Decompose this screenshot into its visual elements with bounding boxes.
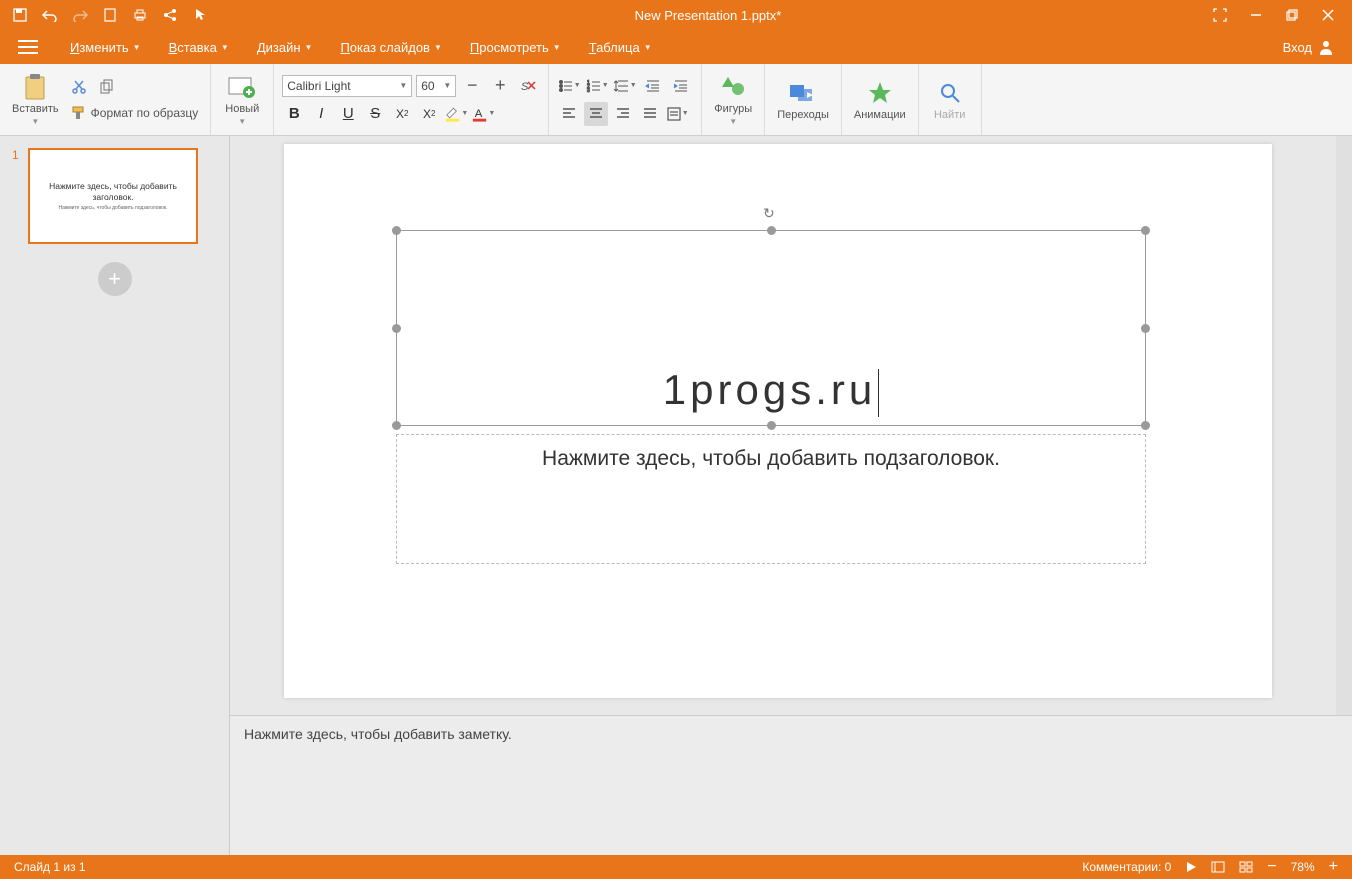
zoom-out-button[interactable]: −	[1267, 858, 1276, 876]
italic-button[interactable]: I	[309, 102, 333, 126]
titlebar: New Presentation 1.pptx*	[0, 0, 1352, 30]
menu-design[interactable]: Дизайн▼	[243, 34, 327, 61]
slide-number: 1	[12, 148, 22, 244]
status-bar: Слайд 1 из 1 Комментарии: 0 − 78% +	[0, 855, 1352, 879]
copy-icon[interactable]	[95, 75, 119, 99]
star-icon	[866, 79, 894, 107]
cursor-icon[interactable]	[192, 7, 208, 23]
resize-handle[interactable]	[1141, 226, 1150, 235]
align-justify-button[interactable]	[638, 102, 662, 126]
rotate-handle-icon[interactable]: ↻	[763, 205, 775, 222]
new-slide-icon	[228, 73, 256, 101]
align-left-button[interactable]	[557, 102, 581, 126]
animations-button[interactable]: Анимации	[850, 77, 910, 123]
resize-handle[interactable]	[767, 421, 776, 430]
minimize-icon[interactable]	[1248, 7, 1264, 23]
print-icon[interactable]	[132, 7, 148, 23]
slide-counter: Слайд 1 из 1	[14, 860, 86, 874]
find-button[interactable]: Найти	[927, 77, 973, 123]
align-center-button[interactable]	[584, 102, 608, 126]
subscript-button[interactable]: X2	[390, 102, 414, 126]
menu-insert[interactable]: Вставка▼	[155, 34, 243, 61]
shapes-icon	[719, 73, 747, 101]
bold-button[interactable]: B	[282, 102, 306, 126]
hamburger-icon[interactable]	[18, 40, 38, 54]
menubar: Изменить▼ Вставка▼ Дизайн▼ Показ слайдов…	[0, 30, 1352, 64]
undo-icon[interactable]	[42, 7, 58, 23]
view-sorter-icon[interactable]	[1239, 861, 1253, 873]
comments-counter[interactable]: Комментарии: 0	[1082, 860, 1171, 874]
menu-edit[interactable]: Изменить▼	[56, 34, 155, 61]
svg-text:3: 3	[587, 88, 590, 94]
share-icon[interactable]	[162, 7, 178, 23]
resize-handle[interactable]	[767, 226, 776, 235]
title-textbox[interactable]: ↻ 1progs.ru	[396, 230, 1146, 426]
clear-format-icon[interactable]: S	[516, 74, 540, 98]
search-icon	[936, 79, 964, 107]
vertical-scrollbar[interactable]	[1336, 136, 1352, 715]
resize-handle[interactable]	[1141, 421, 1150, 430]
number-list-button[interactable]: 123▼	[585, 74, 609, 98]
paste-button[interactable]: Вставить▼	[8, 71, 63, 128]
superscript-button[interactable]: X2	[417, 102, 441, 126]
align-right-button[interactable]	[611, 102, 635, 126]
thumb-subtitle: Нажмите здесь, чтобы добавить подзаголов…	[58, 205, 167, 211]
slide[interactable]: ↻ 1progs.ru Нажмите здесь, чтобы добавит…	[284, 144, 1272, 698]
font-color-button[interactable]: A▼	[471, 102, 495, 126]
resize-handle[interactable]	[392, 421, 401, 430]
menu-view[interactable]: Просмотреть▼	[456, 34, 575, 61]
cut-icon[interactable]	[67, 75, 91, 99]
underline-button[interactable]: U	[336, 102, 360, 126]
strike-button[interactable]: S	[363, 102, 387, 126]
maximize-icon[interactable]	[1284, 7, 1300, 23]
fullscreen-icon[interactable]	[1212, 7, 1228, 23]
clipboard-icon	[21, 73, 49, 101]
outdent-button[interactable]	[641, 74, 665, 98]
line-spacing-button[interactable]: ▼	[613, 74, 637, 98]
toolbar: Вставить▼ Формат по образцу Новый▼ Calib…	[0, 64, 1352, 136]
menu-table[interactable]: Таблица▼	[575, 34, 666, 61]
font-increase-icon[interactable]: +	[488, 74, 512, 98]
font-decrease-icon[interactable]: −	[460, 74, 484, 98]
menu-slideshow[interactable]: Показ слайдов▼	[326, 34, 455, 61]
main-area: 1 Нажмите здесь, чтобы добавить заголово…	[0, 136, 1352, 855]
zoom-level[interactable]: 78%	[1291, 860, 1315, 874]
window-title: New Presentation 1.pptx*	[220, 8, 1196, 23]
save-icon[interactable]	[12, 7, 28, 23]
title-text[interactable]: 1progs.ru	[397, 366, 1145, 417]
slide-canvas[interactable]: ↻ 1progs.ru Нажмите здесь, чтобы добавит…	[230, 136, 1352, 715]
thumb-title: Нажмите здесь, чтобы добавить заголовок.	[38, 181, 188, 201]
view-normal-icon[interactable]	[1211, 861, 1225, 873]
font-size-select[interactable]: 60▼	[416, 75, 456, 97]
transitions-button[interactable]: Переходы	[773, 77, 833, 123]
format-painter-button[interactable]: Формат по образцу	[67, 101, 203, 125]
slide-thumbnail[interactable]: Нажмите здесь, чтобы добавить заголовок.…	[28, 148, 198, 244]
svg-text:A: A	[475, 107, 483, 119]
shapes-button[interactable]: Фигуры▼	[710, 71, 756, 128]
new-slide-button[interactable]: Новый▼	[219, 71, 265, 128]
vertical-align-button[interactable]: ▼	[665, 102, 689, 126]
login-button[interactable]: Вход	[1273, 33, 1344, 61]
redo-icon[interactable]	[72, 7, 88, 23]
zoom-in-button[interactable]: +	[1329, 858, 1338, 876]
add-slide-button[interactable]: +	[98, 262, 132, 296]
play-icon[interactable]	[1185, 861, 1197, 873]
indent-button[interactable]	[669, 74, 693, 98]
bullet-list-button[interactable]: ▼	[557, 74, 581, 98]
resize-handle[interactable]	[392, 226, 401, 235]
resize-handle[interactable]	[1141, 324, 1150, 333]
font-name-select[interactable]: Calibri Light▼	[282, 75, 412, 97]
notes-pane[interactable]: Нажмите здесь, чтобы добавить заметку.	[230, 715, 1352, 855]
close-icon[interactable]	[1320, 7, 1336, 23]
resize-handle[interactable]	[392, 324, 401, 333]
highlight-color-button[interactable]: ▼	[444, 102, 468, 126]
new-doc-icon[interactable]	[102, 7, 118, 23]
subtitle-textbox[interactable]: Нажмите здесь, чтобы добавить подзаголов…	[396, 434, 1146, 564]
transitions-icon	[789, 79, 817, 107]
slide-panel: 1 Нажмите здесь, чтобы добавить заголово…	[0, 136, 230, 855]
